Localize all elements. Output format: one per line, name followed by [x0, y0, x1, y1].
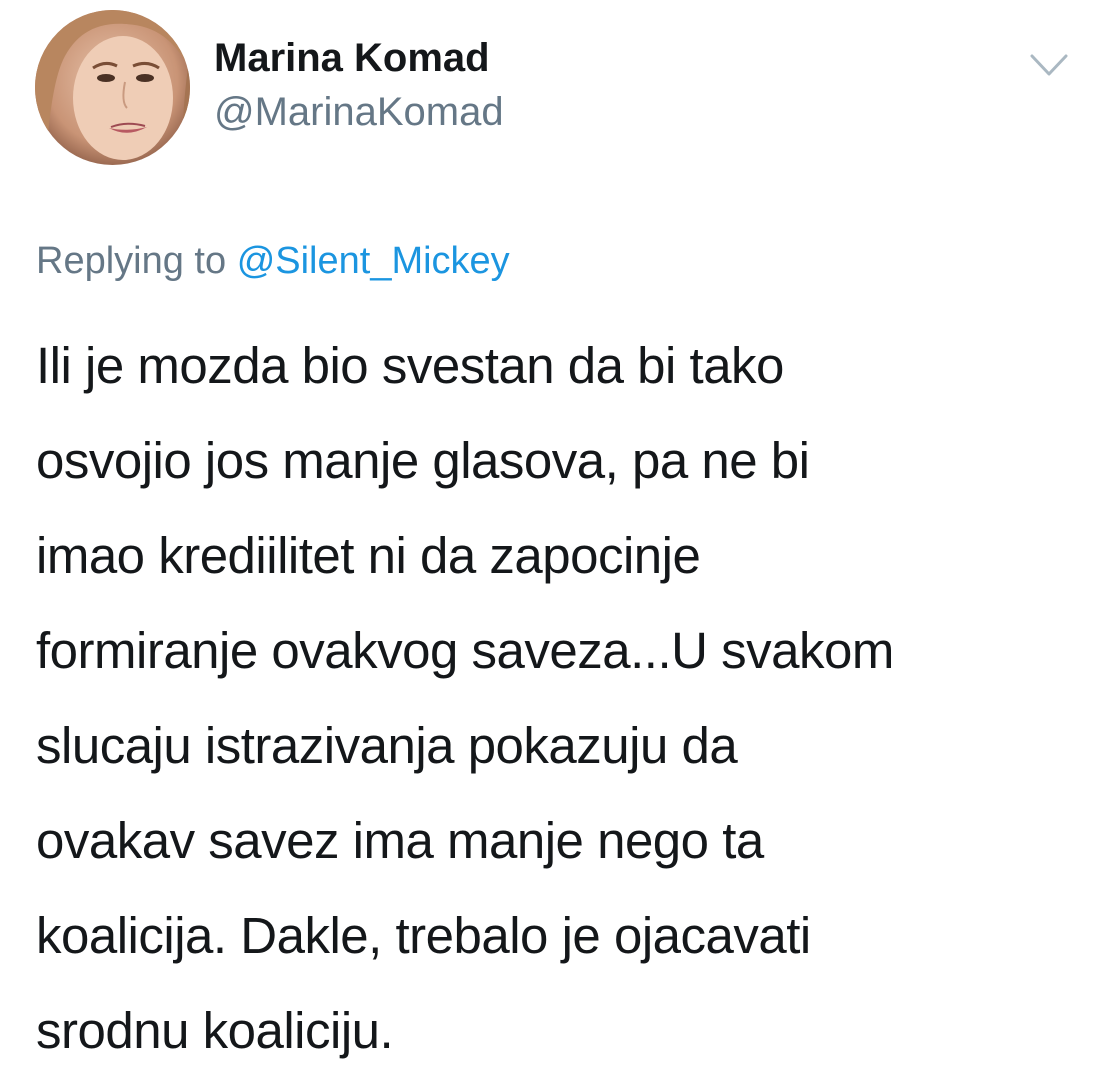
tweet-text-line: srodnu koaliciju. [36, 1002, 394, 1059]
chevron-down-icon[interactable] [1026, 48, 1072, 84]
tweet-text-line: imao krediilitet ni da zapocinje [36, 527, 701, 584]
tweet-text-line: formiranje ovakvog saveza...U svakom [36, 622, 894, 679]
author-avatar[interactable] [35, 10, 190, 165]
tweet-text-line: ovakav savez ima manje nego ta [36, 812, 764, 869]
tweet-text-line: Ili je mozda bio svestan da bi tako [36, 337, 784, 394]
tweet-text-line: slucaju istrazivanja pokazuju da [36, 717, 738, 774]
tweet-text-line: osvojio jos manje glasova, pa ne bi [36, 432, 810, 489]
author-handle[interactable]: @MarinaKomad [214, 88, 504, 136]
replying-to-label: Replying to [36, 240, 227, 282]
author-display-name[interactable]: Marina Komad [214, 34, 490, 82]
tweet-card: Marina Komad @MarinaKomad Replying to @S… [0, 0, 1112, 1067]
tweet-text-line: koalicija. Dakle, trebalo je ojacavati [36, 907, 811, 964]
replying-to: Replying to @Silent_Mickey [36, 236, 510, 286]
reply-mention-link[interactable]: @Silent_Mickey [237, 240, 510, 282]
tweet-text: Ili je mozda bio svestan da bi tako osvo… [36, 318, 1086, 1078]
